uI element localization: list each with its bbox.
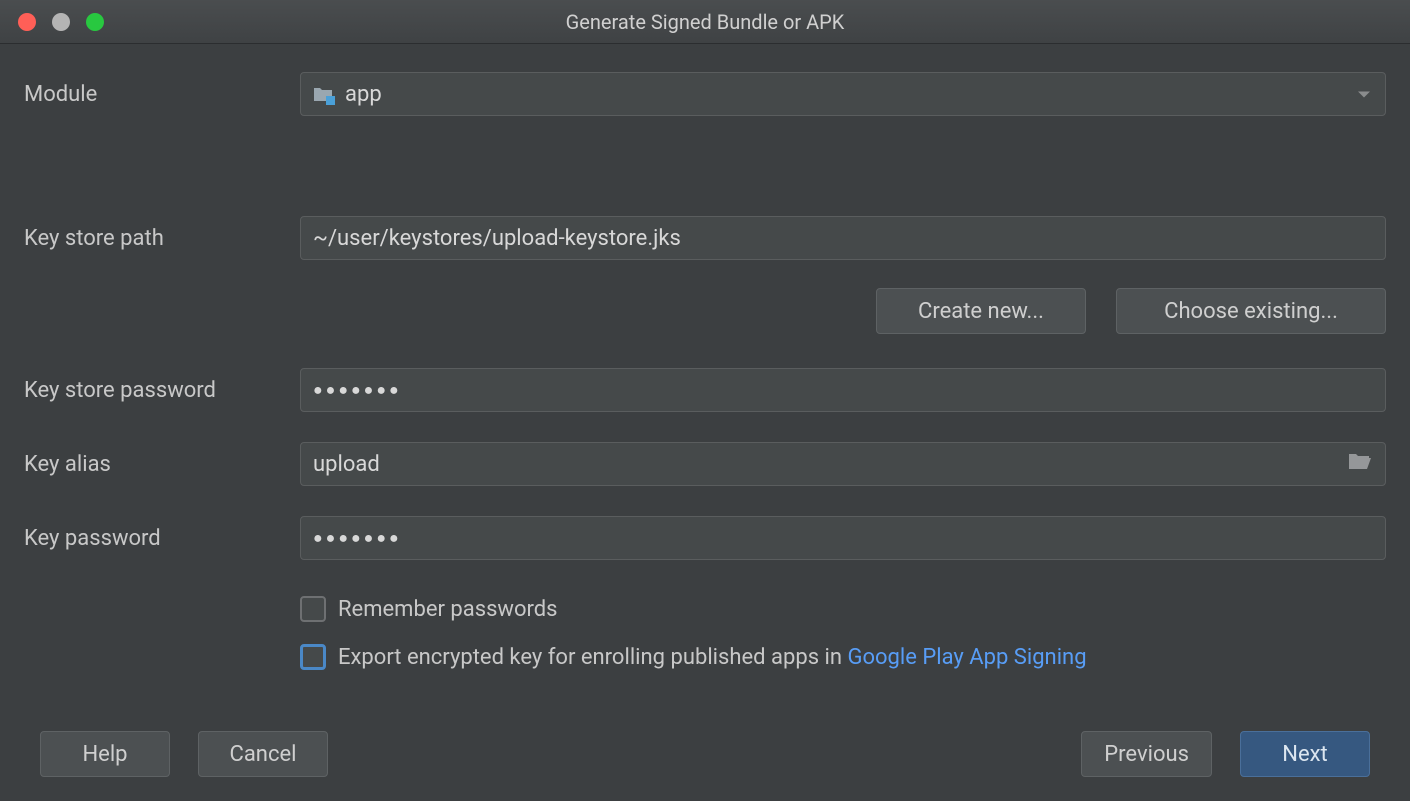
module-label: Module	[24, 82, 300, 107]
maximize-window-button[interactable]	[86, 13, 104, 31]
export-encrypted-key-text: Export encrypted key for enrolling publi…	[338, 645, 847, 670]
choose-existing-button[interactable]: Choose existing...	[1116, 288, 1386, 334]
next-button[interactable]: Next	[1240, 731, 1370, 777]
google-play-app-signing-link[interactable]: Google Play App Signing	[847, 645, 1086, 670]
key-password-value: ●●●●●●●	[313, 528, 402, 548]
help-button[interactable]: Help	[40, 731, 170, 777]
key-alias-label: Key alias	[24, 452, 300, 477]
cancel-button[interactable]: Cancel	[198, 731, 328, 777]
remember-passwords-label: Remember passwords	[338, 597, 558, 622]
window-title: Generate Signed Bundle or APK	[566, 10, 845, 34]
keystore-path-value: ~/user/keystores/upload-keystore.jks	[313, 226, 681, 251]
folder-open-icon[interactable]	[1347, 451, 1373, 477]
remember-passwords-checkbox[interactable]	[300, 596, 326, 622]
keystore-password-value: ●●●●●●●	[313, 380, 402, 400]
keystore-path-label: Key store path	[24, 226, 300, 251]
chevron-down-icon	[1357, 82, 1371, 107]
export-encrypted-key-checkbox[interactable]	[300, 644, 326, 670]
keystore-path-input[interactable]: ~/user/keystores/upload-keystore.jks	[300, 216, 1386, 260]
export-encrypted-key-label: Export encrypted key for enrolling publi…	[338, 645, 1087, 670]
create-new-button[interactable]: Create new...	[876, 288, 1086, 334]
minimize-window-button[interactable]	[52, 13, 70, 31]
previous-button[interactable]: Previous	[1081, 731, 1212, 777]
module-value: app	[345, 82, 382, 107]
key-password-input[interactable]: ●●●●●●●	[300, 516, 1386, 560]
dialog-footer: Help Cancel Previous Next	[0, 731, 1410, 777]
keystore-password-label: Key store password	[24, 378, 300, 403]
key-alias-value: upload	[313, 452, 380, 477]
window-controls	[0, 13, 104, 31]
module-folder-icon	[313, 85, 333, 103]
close-window-button[interactable]	[18, 13, 36, 31]
keystore-password-input[interactable]: ●●●●●●●	[300, 368, 1386, 412]
key-alias-input[interactable]: upload	[300, 442, 1386, 486]
module-dropdown[interactable]: app	[300, 72, 1386, 116]
titlebar: Generate Signed Bundle or APK	[0, 0, 1410, 44]
key-password-label: Key password	[24, 526, 300, 551]
